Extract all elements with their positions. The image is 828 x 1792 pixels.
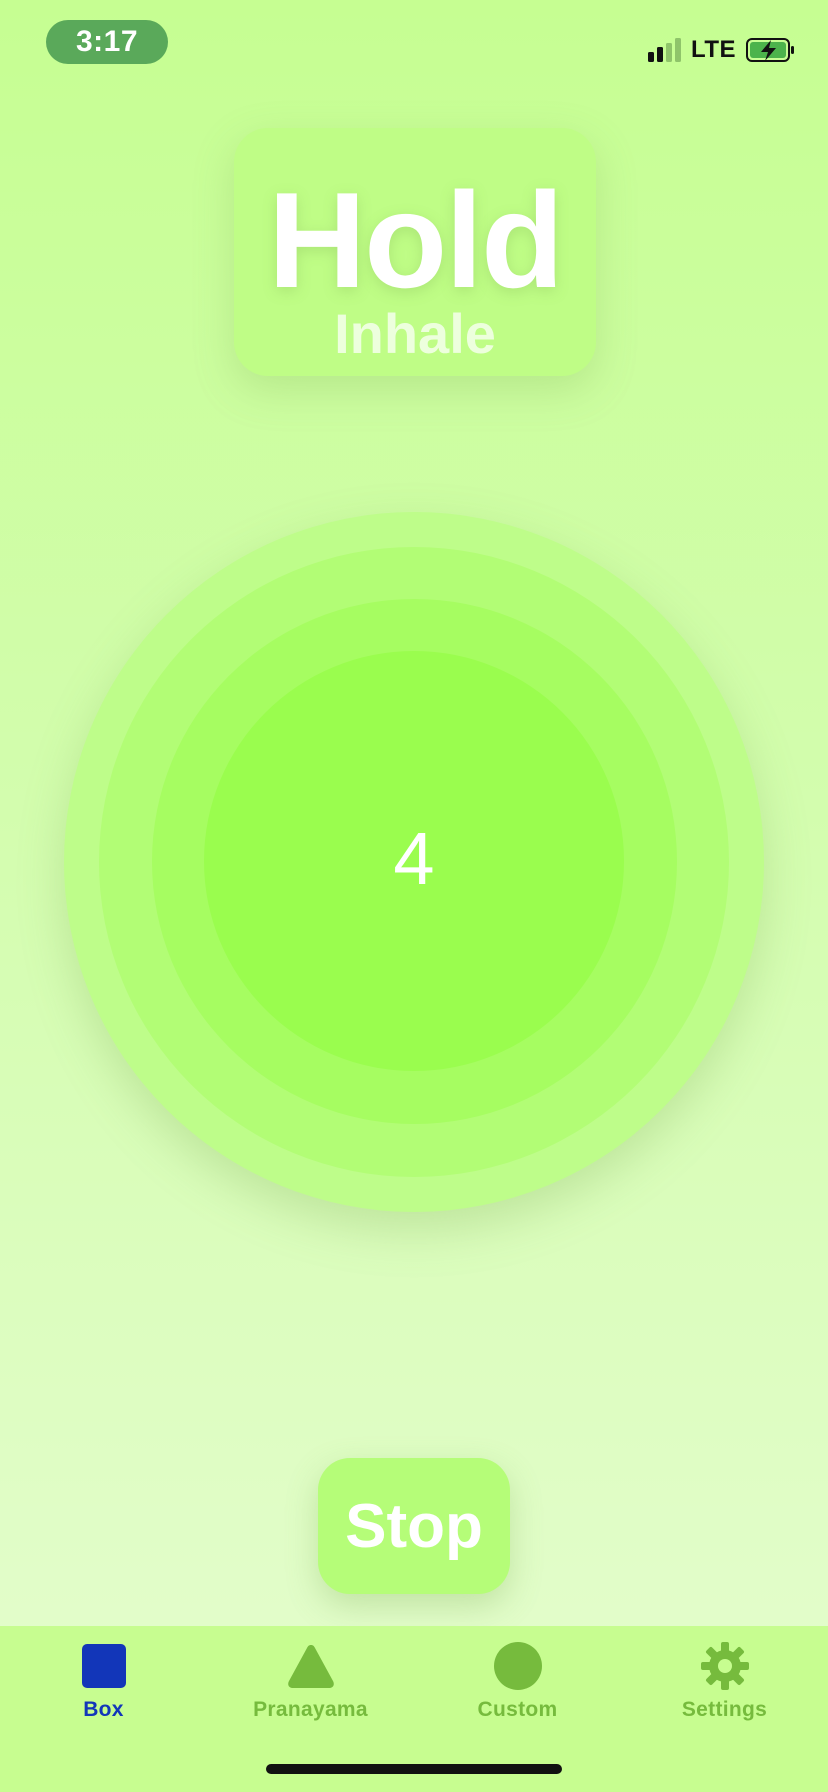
phase-current-label: Hold: [267, 164, 564, 316]
battery-charging-icon: [746, 38, 796, 62]
phase-next-label: Inhale: [334, 302, 496, 365]
stop-button[interactable]: Stop: [318, 1458, 510, 1594]
triangle-icon: [287, 1645, 334, 1688]
status-time: 3:17: [46, 20, 168, 64]
tab-pranayama[interactable]: Pranayama: [207, 1626, 414, 1736]
tab-settings[interactable]: Settings: [621, 1626, 828, 1736]
gear-icon: [700, 1642, 749, 1690]
tab-pranayama-label: Pranayama: [253, 1698, 368, 1721]
circle-icon: [493, 1642, 542, 1690]
tab-settings-label: Settings: [681, 1698, 768, 1721]
tab-box[interactable]: Box: [0, 1626, 207, 1736]
tab-custom[interactable]: Custom: [414, 1626, 621, 1736]
square-icon: [81, 1644, 126, 1688]
countdown-number: 4: [393, 817, 435, 900]
status-indicators: LTE: [647, 36, 796, 64]
tab-custom-label: Custom: [477, 1698, 558, 1721]
signal-strength-icon: [647, 38, 681, 62]
home-indicator[interactable]: [266, 1764, 562, 1774]
network-type: LTE: [690, 36, 736, 63]
phase-card: Hold Inhale: [234, 128, 596, 376]
stop-button-label: Stop: [345, 1491, 483, 1561]
tab-box-label: Box: [83, 1698, 124, 1721]
